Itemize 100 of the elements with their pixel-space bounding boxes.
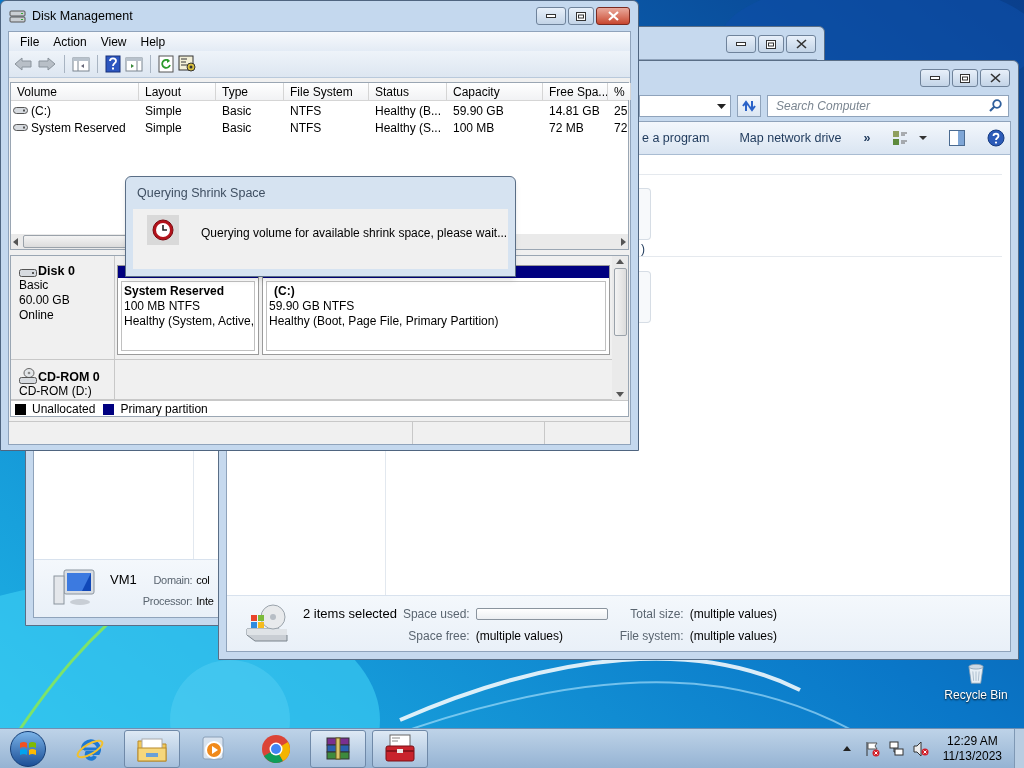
minimize-icon <box>736 42 746 46</box>
table-cell[interactable]: Basic <box>222 120 252 135</box>
column-header[interactable]: Type <box>216 83 284 100</box>
maximize-button[interactable] <box>568 7 594 25</box>
column-header[interactable]: % <box>608 83 631 100</box>
drive-tile[interactable] <box>639 271 651 323</box>
taskbar-button[interactable] <box>310 729 366 768</box>
network-icon[interactable] <box>888 740 905 757</box>
column-header[interactable]: Layout <box>139 83 216 100</box>
desktop-icon-label[interactable]: Recycle Bin <box>944 686 1008 704</box>
recycle-bin-icon[interactable] <box>965 662 987 684</box>
disk-info-panel[interactable]: CD-ROM 0 CD-ROM (D:) <box>11 360 115 399</box>
refresh-button[interactable] <box>737 95 761 117</box>
drive-icon <box>243 603 291 645</box>
muted-speaker-icon[interactable] <box>912 740 929 757</box>
column-header[interactable]: Capacity <box>447 83 543 100</box>
start-button[interactable] <box>10 730 46 767</box>
legend-label: Unallocated <box>32 401 96 418</box>
disk-detail: Basic <box>19 278 50 293</box>
scroll-up-icon[interactable] <box>616 259 624 264</box>
close-button[interactable] <box>980 69 1010 87</box>
table-cell[interactable]: Basic <box>222 103 252 118</box>
field-label: Processor: <box>142 593 193 609</box>
scroll-down-icon[interactable] <box>616 392 624 397</box>
table-cell[interactable]: 14.81 GB <box>549 103 600 118</box>
scroll-right-icon[interactable] <box>620 237 626 246</box>
table-cell[interactable]: 59.90 GB <box>453 103 504 118</box>
flag-icon[interactable] <box>864 740 881 757</box>
partition-block[interactable]: (C:) 59.90 GB NTFS Healthy (Boot, Page File, Primary Partition) <box>262 265 610 355</box>
help-icon[interactable] <box>105 55 121 73</box>
table-cell[interactable]: (C:) <box>31 101 51 120</box>
column-header[interactable]: Status <box>369 83 447 100</box>
table-cell[interactable]: 72 <box>614 120 628 135</box>
console-tree-icon[interactable] <box>72 56 90 72</box>
close-button[interactable] <box>596 7 630 25</box>
computer-icon <box>52 568 96 608</box>
computer-name: VM1 <box>110 571 137 589</box>
toolbar-button[interactable]: Map network drive <box>736 128 845 148</box>
refresh-icon[interactable] <box>158 55 174 73</box>
close-button[interactable] <box>786 35 816 53</box>
partition-name: (C:) <box>273 284 296 299</box>
minimize-button[interactable] <box>726 35 756 53</box>
dropdown-arrow-icon[interactable] <box>717 103 726 109</box>
disk-detail: 60.00 GB <box>19 293 71 308</box>
table-cell[interactable]: 25 <box>614 103 628 118</box>
table-cell[interactable]: Healthy (S... <box>375 120 442 135</box>
table-cell[interactable]: 100 MB <box>453 120 495 135</box>
more-commands-button[interactable]: » <box>860 128 874 148</box>
menu-item[interactable]: Action <box>46 32 94 51</box>
menu-item[interactable]: Help <box>133 32 173 51</box>
column-header[interactable]: Free Spa... <box>543 83 608 100</box>
table-cell[interactable]: System Reserved <box>31 118 126 137</box>
menu-item[interactable]: File <box>13 32 47 51</box>
field-value: Inte <box>196 593 214 609</box>
selection-summary: 2 items selected <box>303 605 397 623</box>
table-cell[interactable]: NTFS <box>290 120 322 135</box>
search-field[interactable]: Search Computer <box>767 95 1009 117</box>
help-icon[interactable] <box>987 129 1006 147</box>
scroll-left-icon[interactable] <box>13 237 19 246</box>
table-cell[interactable]: NTFS <box>290 103 322 118</box>
maximize-icon <box>960 73 970 83</box>
table-cell[interactable]: Simple <box>145 120 182 135</box>
disk-management-icon <box>9 8 26 24</box>
dialog-message: Querying volume for available shrink space, please wait... <box>201 225 508 242</box>
close-icon <box>989 73 1001 83</box>
field-label: Space used: <box>402 606 470 623</box>
disk-detail: CD-ROM (D:) <box>19 384 93 399</box>
partition-size: 100 MB NTFS <box>124 299 202 314</box>
properties-icon[interactable] <box>178 55 196 73</box>
field-label: Total size: <box>629 606 684 623</box>
table-cell[interactable]: Simple <box>145 103 182 118</box>
clock[interactable]: 12:29 AM 11/13/2023 <box>942 733 1002 764</box>
toolbar-button[interactable]: e a program <box>639 128 713 148</box>
disk-info-panel[interactable]: Disk 0 Basic 60.00 GB Online <box>11 256 115 359</box>
view-options-icon[interactable] <box>893 130 928 146</box>
drive-tile[interactable] <box>639 188 651 240</box>
minimize-button[interactable] <box>536 7 566 25</box>
minimize-icon <box>930 76 940 80</box>
search-icon <box>989 99 1002 112</box>
table-cell[interactable]: 72 MB <box>549 120 584 135</box>
maximize-icon <box>576 11 586 21</box>
show-hidden-icons-icon[interactable] <box>842 746 851 751</box>
maximize-button[interactable] <box>952 69 978 87</box>
preview-pane-icon[interactable] <box>949 130 966 146</box>
taskbar-button[interactable] <box>372 729 428 768</box>
minimize-button[interactable] <box>920 69 950 87</box>
menu-item[interactable]: View <box>93 32 134 51</box>
partition-size: 59.90 GB NTFS <box>269 299 356 314</box>
books-stack-icon <box>324 734 352 763</box>
column-header[interactable]: File System <box>284 83 369 100</box>
close-icon <box>607 11 619 21</box>
cd-drive-icon <box>19 368 37 384</box>
minimize-icon <box>546 14 556 18</box>
scroll-thumb[interactable] <box>613 268 627 336</box>
table-cell[interactable]: Healthy (B... <box>375 103 442 118</box>
maximize-button[interactable] <box>758 35 784 53</box>
windows-logo-icon <box>19 740 37 757</box>
refresh-icon <box>742 100 756 112</box>
column-header[interactable]: Volume <box>11 83 139 100</box>
vertical-scrollbar[interactable] <box>612 256 628 400</box>
